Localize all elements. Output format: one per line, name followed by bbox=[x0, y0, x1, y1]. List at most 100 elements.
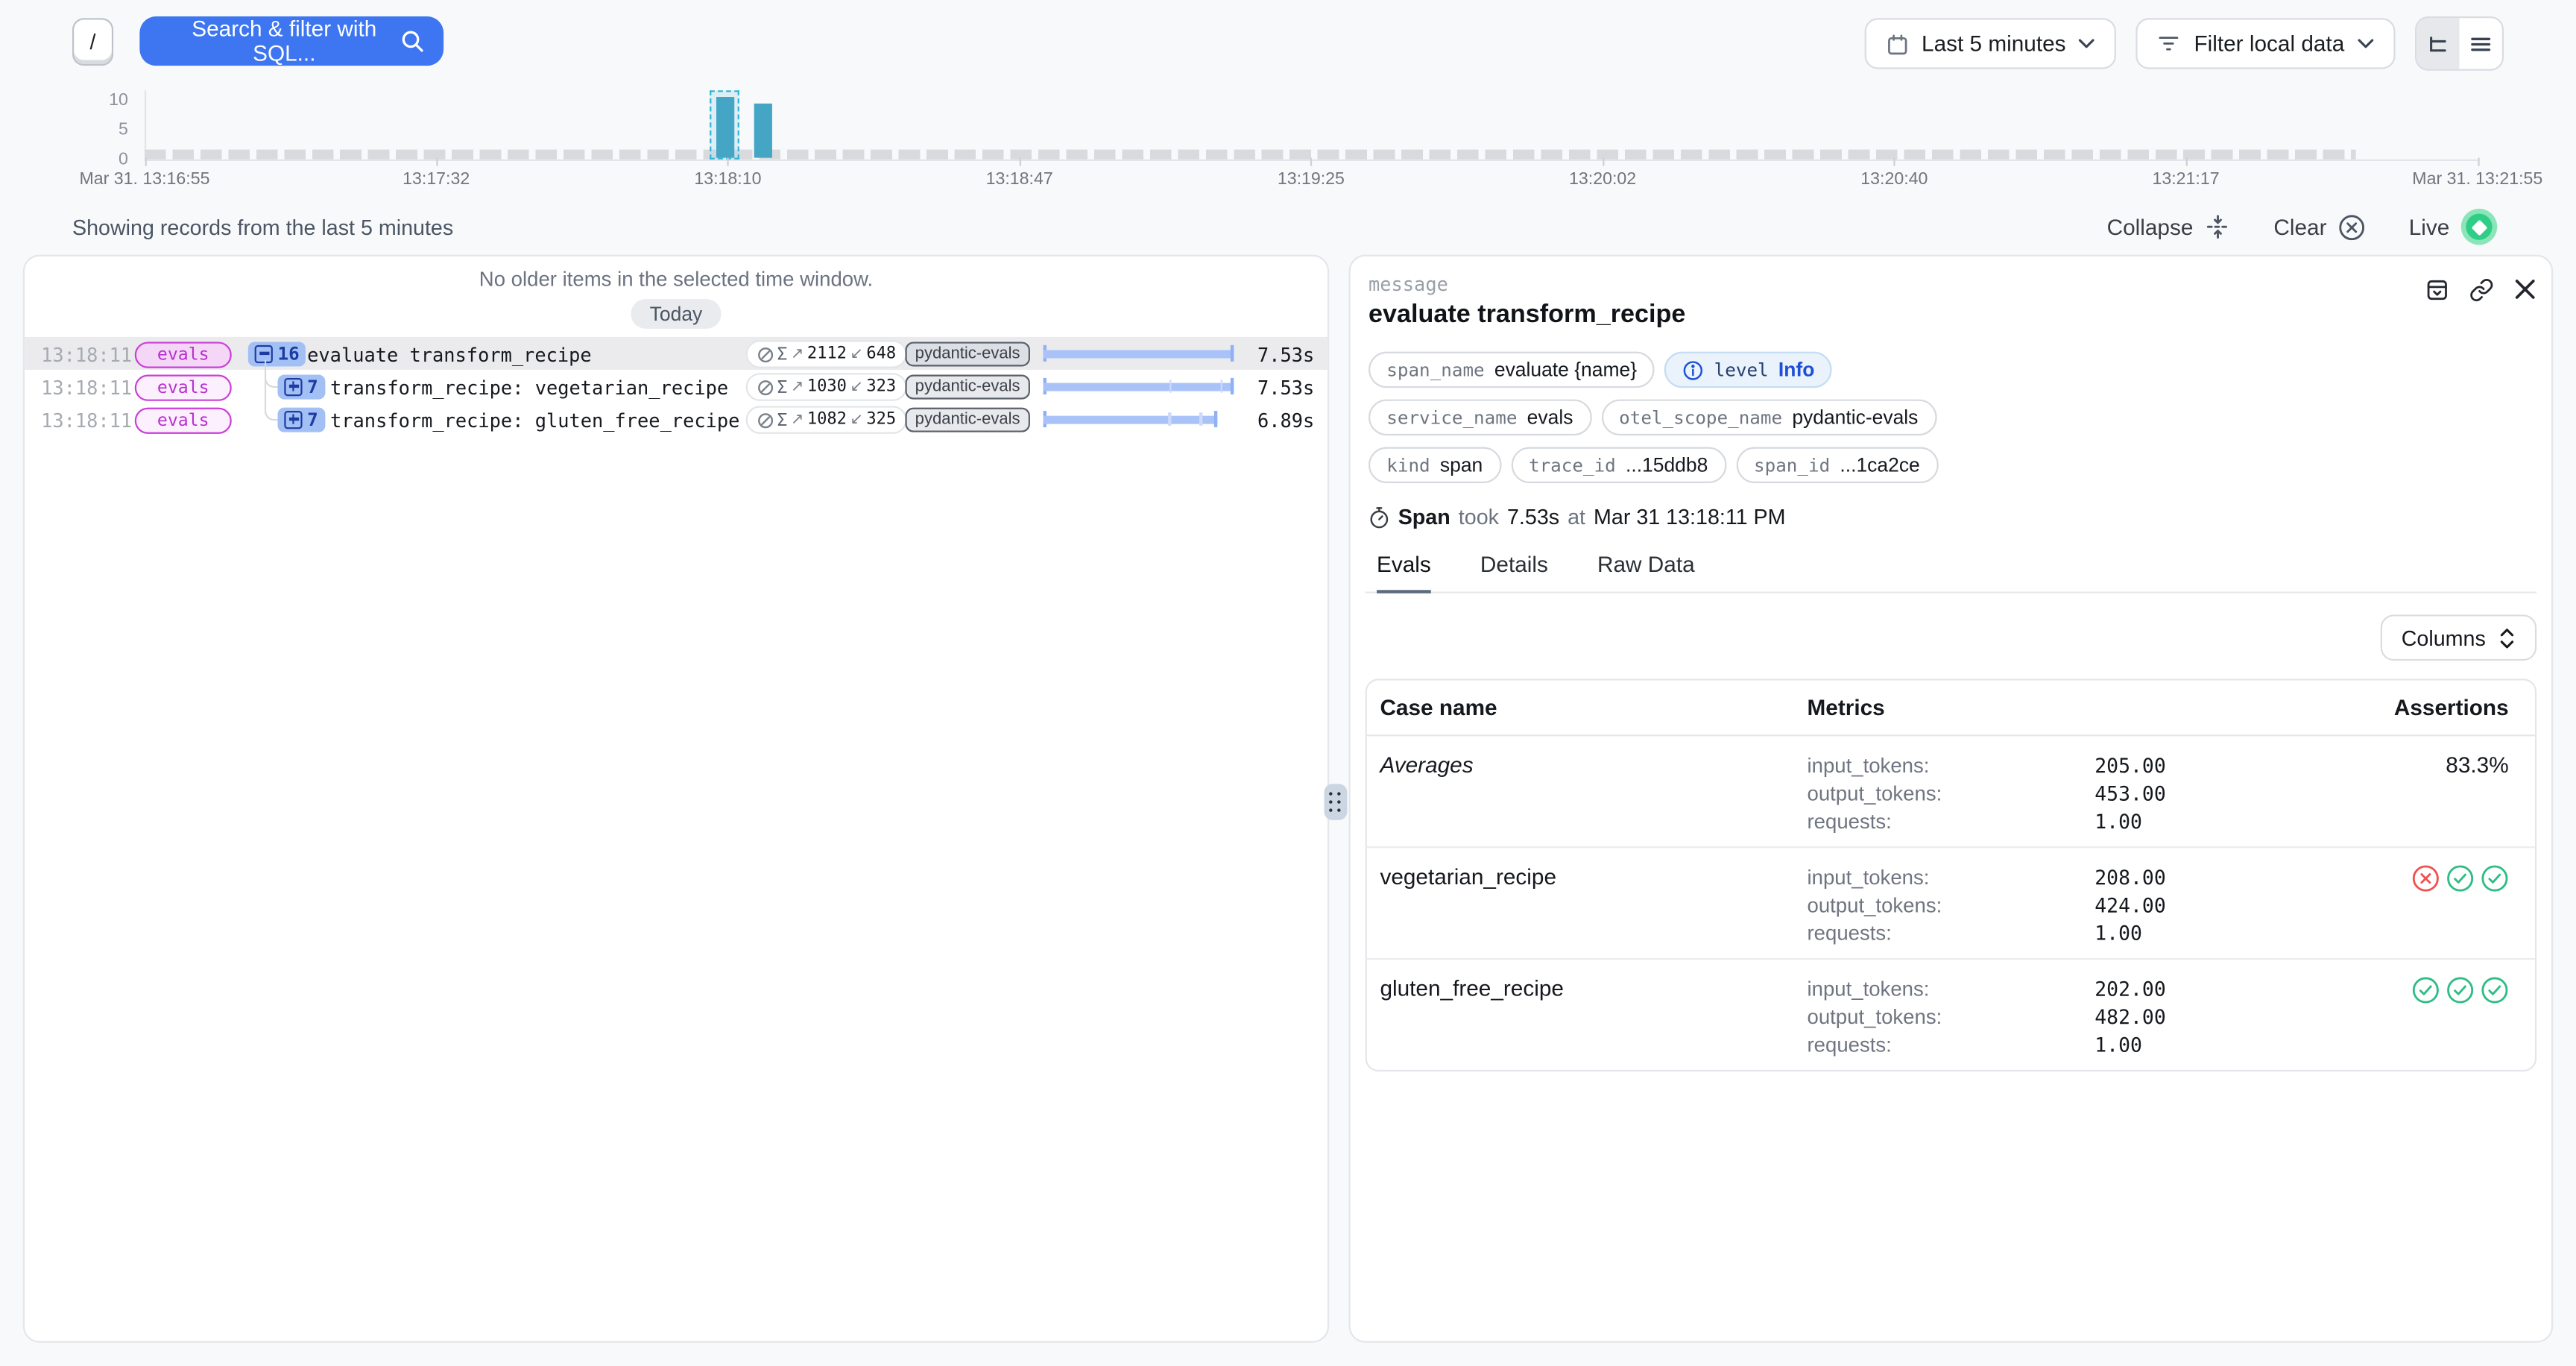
chevron-down-icon bbox=[2358, 38, 2374, 49]
col-metrics: Metrics bbox=[1808, 695, 2263, 720]
chart-bar[interactable] bbox=[754, 103, 772, 157]
attribute-pill-span-id[interactable]: span_id ...1ca2ce bbox=[1736, 447, 1938, 483]
pass-check-icon bbox=[2412, 976, 2440, 1004]
tree-view-toggle[interactable] bbox=[2416, 18, 2459, 69]
assertion-result-icons bbox=[2262, 864, 2509, 892]
scope-badge[interactable]: pydantic-evals bbox=[905, 342, 1029, 366]
live-label: Live bbox=[2409, 215, 2450, 239]
token-usage-pill[interactable]: Σ ↗1082 ↙325 bbox=[746, 406, 908, 433]
detail-tabs: Evals Details Raw Data bbox=[1366, 553, 2537, 594]
open-in-panel-icon[interactable] bbox=[2425, 277, 2449, 330]
evals-table-row[interactable]: vegetarian_recipe input_tokens:208.00 ou… bbox=[1367, 848, 2535, 960]
view-mode-toggle bbox=[2415, 16, 2504, 71]
attribute-pill-otel-scope-name[interactable]: otel_scope_name pydantic-evals bbox=[1601, 400, 1936, 435]
chart-bar[interactable] bbox=[716, 97, 734, 158]
tab-raw-data[interactable]: Raw Data bbox=[1597, 553, 1695, 592]
service-badge[interactable]: evals bbox=[135, 407, 232, 433]
search-icon bbox=[401, 30, 424, 53]
token-usage-pill[interactable]: Σ ↗1030 ↙323 bbox=[746, 373, 908, 400]
app-window: / Search & filter with SQL... Last 5 min… bbox=[0, 0, 2576, 1366]
tree-view-icon bbox=[2426, 32, 2449, 55]
evals-table: Case name Metrics Assertions Averages in… bbox=[1366, 679, 2537, 1071]
time-range-button[interactable]: Last 5 minutes bbox=[1864, 18, 2117, 69]
duration-text: 6.89s bbox=[1257, 409, 1314, 432]
timeline-chart[interactable] bbox=[145, 90, 2478, 160]
live-toggle[interactable]: Live bbox=[2409, 209, 2498, 245]
span-name[interactable]: evaluate transform_recipe bbox=[307, 344, 592, 367]
columns-button[interactable]: Columns bbox=[2380, 614, 2536, 661]
search-input[interactable]: Search & filter with SQL... bbox=[139, 16, 443, 66]
tokens-in-arrow-icon: ↗ bbox=[791, 378, 804, 396]
scope-badge[interactable]: pydantic-evals bbox=[905, 408, 1029, 432]
trace-row[interactable]: 13:18:11 evals 7 transform_recipe: veget… bbox=[25, 370, 1328, 403]
showing-records-text: Showing records from the last 5 minutes bbox=[72, 215, 453, 240]
plus-square-icon bbox=[284, 377, 302, 395]
x-axis-tick: 13:17:32 bbox=[402, 169, 470, 189]
col-case-name: Case name bbox=[1380, 695, 1807, 720]
row-timestamp: 13:18:11 bbox=[41, 409, 132, 432]
filter-label: Filter local data bbox=[2194, 31, 2344, 56]
token-usage-pill[interactable]: Σ ↗2112 ↙648 bbox=[746, 340, 908, 368]
trace-row[interactable]: 13:18:11 evals 7 transform_recipe: glute… bbox=[25, 403, 1328, 435]
tree-connector bbox=[265, 360, 280, 421]
sigma-icon: Σ bbox=[777, 344, 788, 364]
clear-button[interactable]: Clear bbox=[2273, 213, 2366, 240]
service-badge[interactable]: evals bbox=[135, 341, 232, 367]
filter-local-data-button[interactable]: Filter local data bbox=[2136, 18, 2395, 69]
clear-circle-x-icon bbox=[2338, 213, 2366, 240]
x-axis-tick: 13:20:02 bbox=[1569, 169, 1636, 189]
plus-square-icon bbox=[284, 410, 302, 428]
filter-icon bbox=[2158, 33, 2181, 54]
row-timestamp: 13:18:11 bbox=[41, 377, 132, 400]
list-view-icon bbox=[2469, 32, 2493, 55]
x-axis-tick: Mar 31. 13:21:55 bbox=[2412, 169, 2542, 189]
x-axis-tick: Mar 31. 13:16:55 bbox=[79, 169, 209, 189]
scope-badge[interactable]: pydantic-evals bbox=[905, 375, 1029, 400]
copy-link-icon[interactable] bbox=[2469, 277, 2494, 330]
panel-resize-handle[interactable] bbox=[1325, 784, 1348, 819]
assertions-percentage: 83.3% bbox=[2262, 752, 2509, 836]
service-badge[interactable]: evals bbox=[135, 374, 232, 400]
span-name[interactable]: transform_recipe: vegetarian_recipe bbox=[330, 377, 728, 400]
attribute-pill-service-name[interactable]: service_name evals bbox=[1368, 400, 1591, 435]
close-icon[interactable] bbox=[2513, 277, 2536, 330]
expand-children-badge[interactable]: 7 bbox=[277, 374, 324, 398]
tab-evals[interactable]: Evals bbox=[1377, 553, 1431, 594]
expand-children-badge[interactable]: 7 bbox=[277, 407, 324, 432]
x-axis-tick: 13:19:25 bbox=[1278, 169, 1345, 189]
x-axis-tick: 13:20:40 bbox=[1860, 169, 1928, 189]
list-view-toggle[interactable] bbox=[2460, 18, 2502, 69]
y-axis-tick: 5 bbox=[66, 120, 128, 139]
collapse-label: Collapse bbox=[2107, 215, 2194, 239]
case-name: Averages bbox=[1380, 752, 1807, 836]
tokens-out-arrow-icon: ↙ bbox=[850, 378, 863, 396]
span-name[interactable]: transform_recipe: gluten_free_recipe bbox=[330, 409, 739, 432]
attribute-pill-kind[interactable]: kind span bbox=[1368, 447, 1500, 483]
col-assertions: Assertions bbox=[2262, 695, 2509, 720]
span-detail-panel: message evaluate transform_recipe bbox=[1349, 255, 2554, 1343]
collapse-button[interactable]: Collapse bbox=[2107, 214, 2231, 240]
tokens-in-arrow-icon: ↗ bbox=[791, 411, 804, 429]
case-name: gluten_free_recipe bbox=[1380, 976, 1807, 1060]
live-indicator-icon[interactable] bbox=[2461, 209, 2497, 245]
tab-details[interactable]: Details bbox=[1480, 553, 1548, 592]
record-kind-label: message bbox=[1368, 273, 1685, 296]
evals-table-header: Case name Metrics Assertions bbox=[1367, 680, 2535, 736]
trace-row[interactable]: 13:18:11 evals 16 evaluate transform_rec… bbox=[25, 337, 1328, 370]
attribute-pill-trace-id[interactable]: trace_id ...15ddb8 bbox=[1511, 447, 1726, 483]
calendar-icon bbox=[1886, 32, 1909, 55]
tokens-in-arrow-icon: ↗ bbox=[791, 345, 804, 363]
detail-title: evaluate transform_recipe bbox=[1368, 300, 1685, 330]
x-axis-tick: 13:21:17 bbox=[2153, 169, 2220, 189]
clear-label: Clear bbox=[2273, 215, 2326, 239]
time-range-label: Last 5 minutes bbox=[1922, 31, 2066, 56]
attribute-pill-span-name[interactable]: span_name evaluate {name} bbox=[1368, 352, 1655, 388]
evals-table-row[interactable]: gluten_free_recipe input_tokens:202.00 o… bbox=[1367, 960, 2535, 1070]
fail-x-icon bbox=[2412, 864, 2440, 892]
x-axis-tick: 13:18:47 bbox=[986, 169, 1053, 189]
duration-bar bbox=[1044, 378, 1234, 394]
evals-table-row[interactable]: Averages input_tokens:205.00 output_toke… bbox=[1367, 736, 2535, 848]
y-axis-tick: 10 bbox=[66, 90, 128, 110]
duration-text: 7.53s bbox=[1257, 344, 1314, 367]
level-pill[interactable]: level Info bbox=[1665, 352, 1833, 388]
